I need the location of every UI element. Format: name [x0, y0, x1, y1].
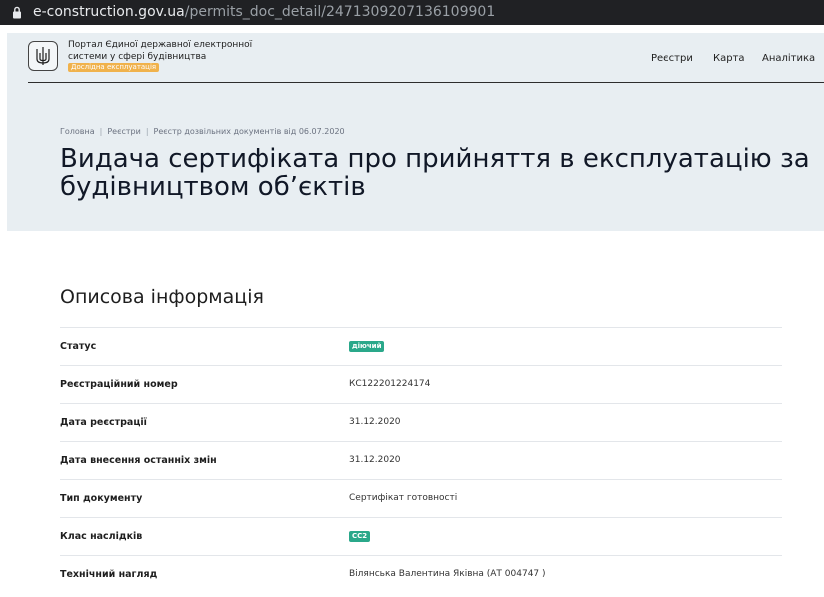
row-label: Статус: [60, 341, 97, 352]
table-row: Дата внесення останніх змін 31.12.2020: [60, 441, 782, 479]
beta-badge: Дослідна експлуатація: [68, 63, 160, 72]
nav-map[interactable]: Карта: [713, 53, 745, 64]
breadcrumb: Головна | Реєстри | Реєстр дозвільних докуме…: [60, 127, 345, 136]
table-row: Дата реєстрації 31.12.2020: [60, 403, 782, 441]
url-host: e-construction.gov.ua: [33, 4, 185, 20]
row-label: Реєстраційний номер: [60, 379, 178, 390]
breadcrumb-separator: |: [145, 127, 149, 136]
row-label: Клас наслідків: [60, 531, 143, 542]
row-label: Дата внесення останніх змін: [60, 455, 217, 466]
breadcrumb-separator: |: [99, 127, 103, 136]
row-label: Дата реєстрації: [60, 417, 147, 428]
lock-icon: [13, 6, 21, 19]
table-row: Технічний нагляд Вілянська Валентина Які…: [60, 555, 782, 593]
row-value: КС122201224174: [349, 379, 431, 389]
portal-name[interactable]: Портал Єдиної державної електронної сист…: [68, 40, 258, 75]
nav-registries[interactable]: Реєстри: [651, 53, 693, 64]
table-row: Клас наслідків СС2: [60, 517, 782, 555]
row-value: 31.12.2020: [349, 455, 401, 465]
page-title: Видача сертифіката про прийняття в експл…: [60, 144, 810, 202]
info-table: Статус діючий Реєстраційний номер КС1222…: [60, 327, 782, 593]
trident-icon: [36, 47, 50, 65]
consequence-class-badge: СС2: [349, 531, 371, 542]
row-label: Технічний нагляд: [60, 569, 158, 580]
row-value: Сертифікат готовності: [349, 493, 458, 503]
breadcrumb-current[interactable]: Реєстр дозвільних документів від 06.07.2…: [154, 127, 345, 136]
nav-analytics[interactable]: Аналітика: [762, 53, 815, 64]
row-value: 31.12.2020: [349, 417, 401, 427]
site-header: Портал Єдиної державної електронної сист…: [28, 37, 824, 83]
table-row: Статус діючий: [60, 327, 782, 365]
url-path: /permits_doc_detail/2471309207136109901: [184, 4, 496, 20]
table-row: Тип документу Сертифікат готовності: [60, 479, 782, 517]
row-value: Вілянська Валентина Яківна (АТ 004747 ): [349, 569, 546, 579]
url-text[interactable]: e-construction.gov.ua/permits_doc_detail…: [33, 0, 495, 25]
table-row: Реєстраційний номер КС122201224174: [60, 365, 782, 403]
status-badge: діючий: [349, 341, 385, 352]
section-title: Описова інформація: [60, 286, 264, 308]
breadcrumb-home[interactable]: Головна: [60, 127, 95, 136]
trident-logo[interactable]: [28, 41, 58, 71]
browser-address-bar[interactable]: e-construction.gov.ua/permits_doc_detail…: [0, 0, 824, 25]
portal-name-text: Портал Єдиної державної електронної сист…: [68, 40, 253, 62]
breadcrumb-registries[interactable]: Реєстри: [107, 127, 140, 136]
row-label: Тип документу: [60, 493, 143, 504]
